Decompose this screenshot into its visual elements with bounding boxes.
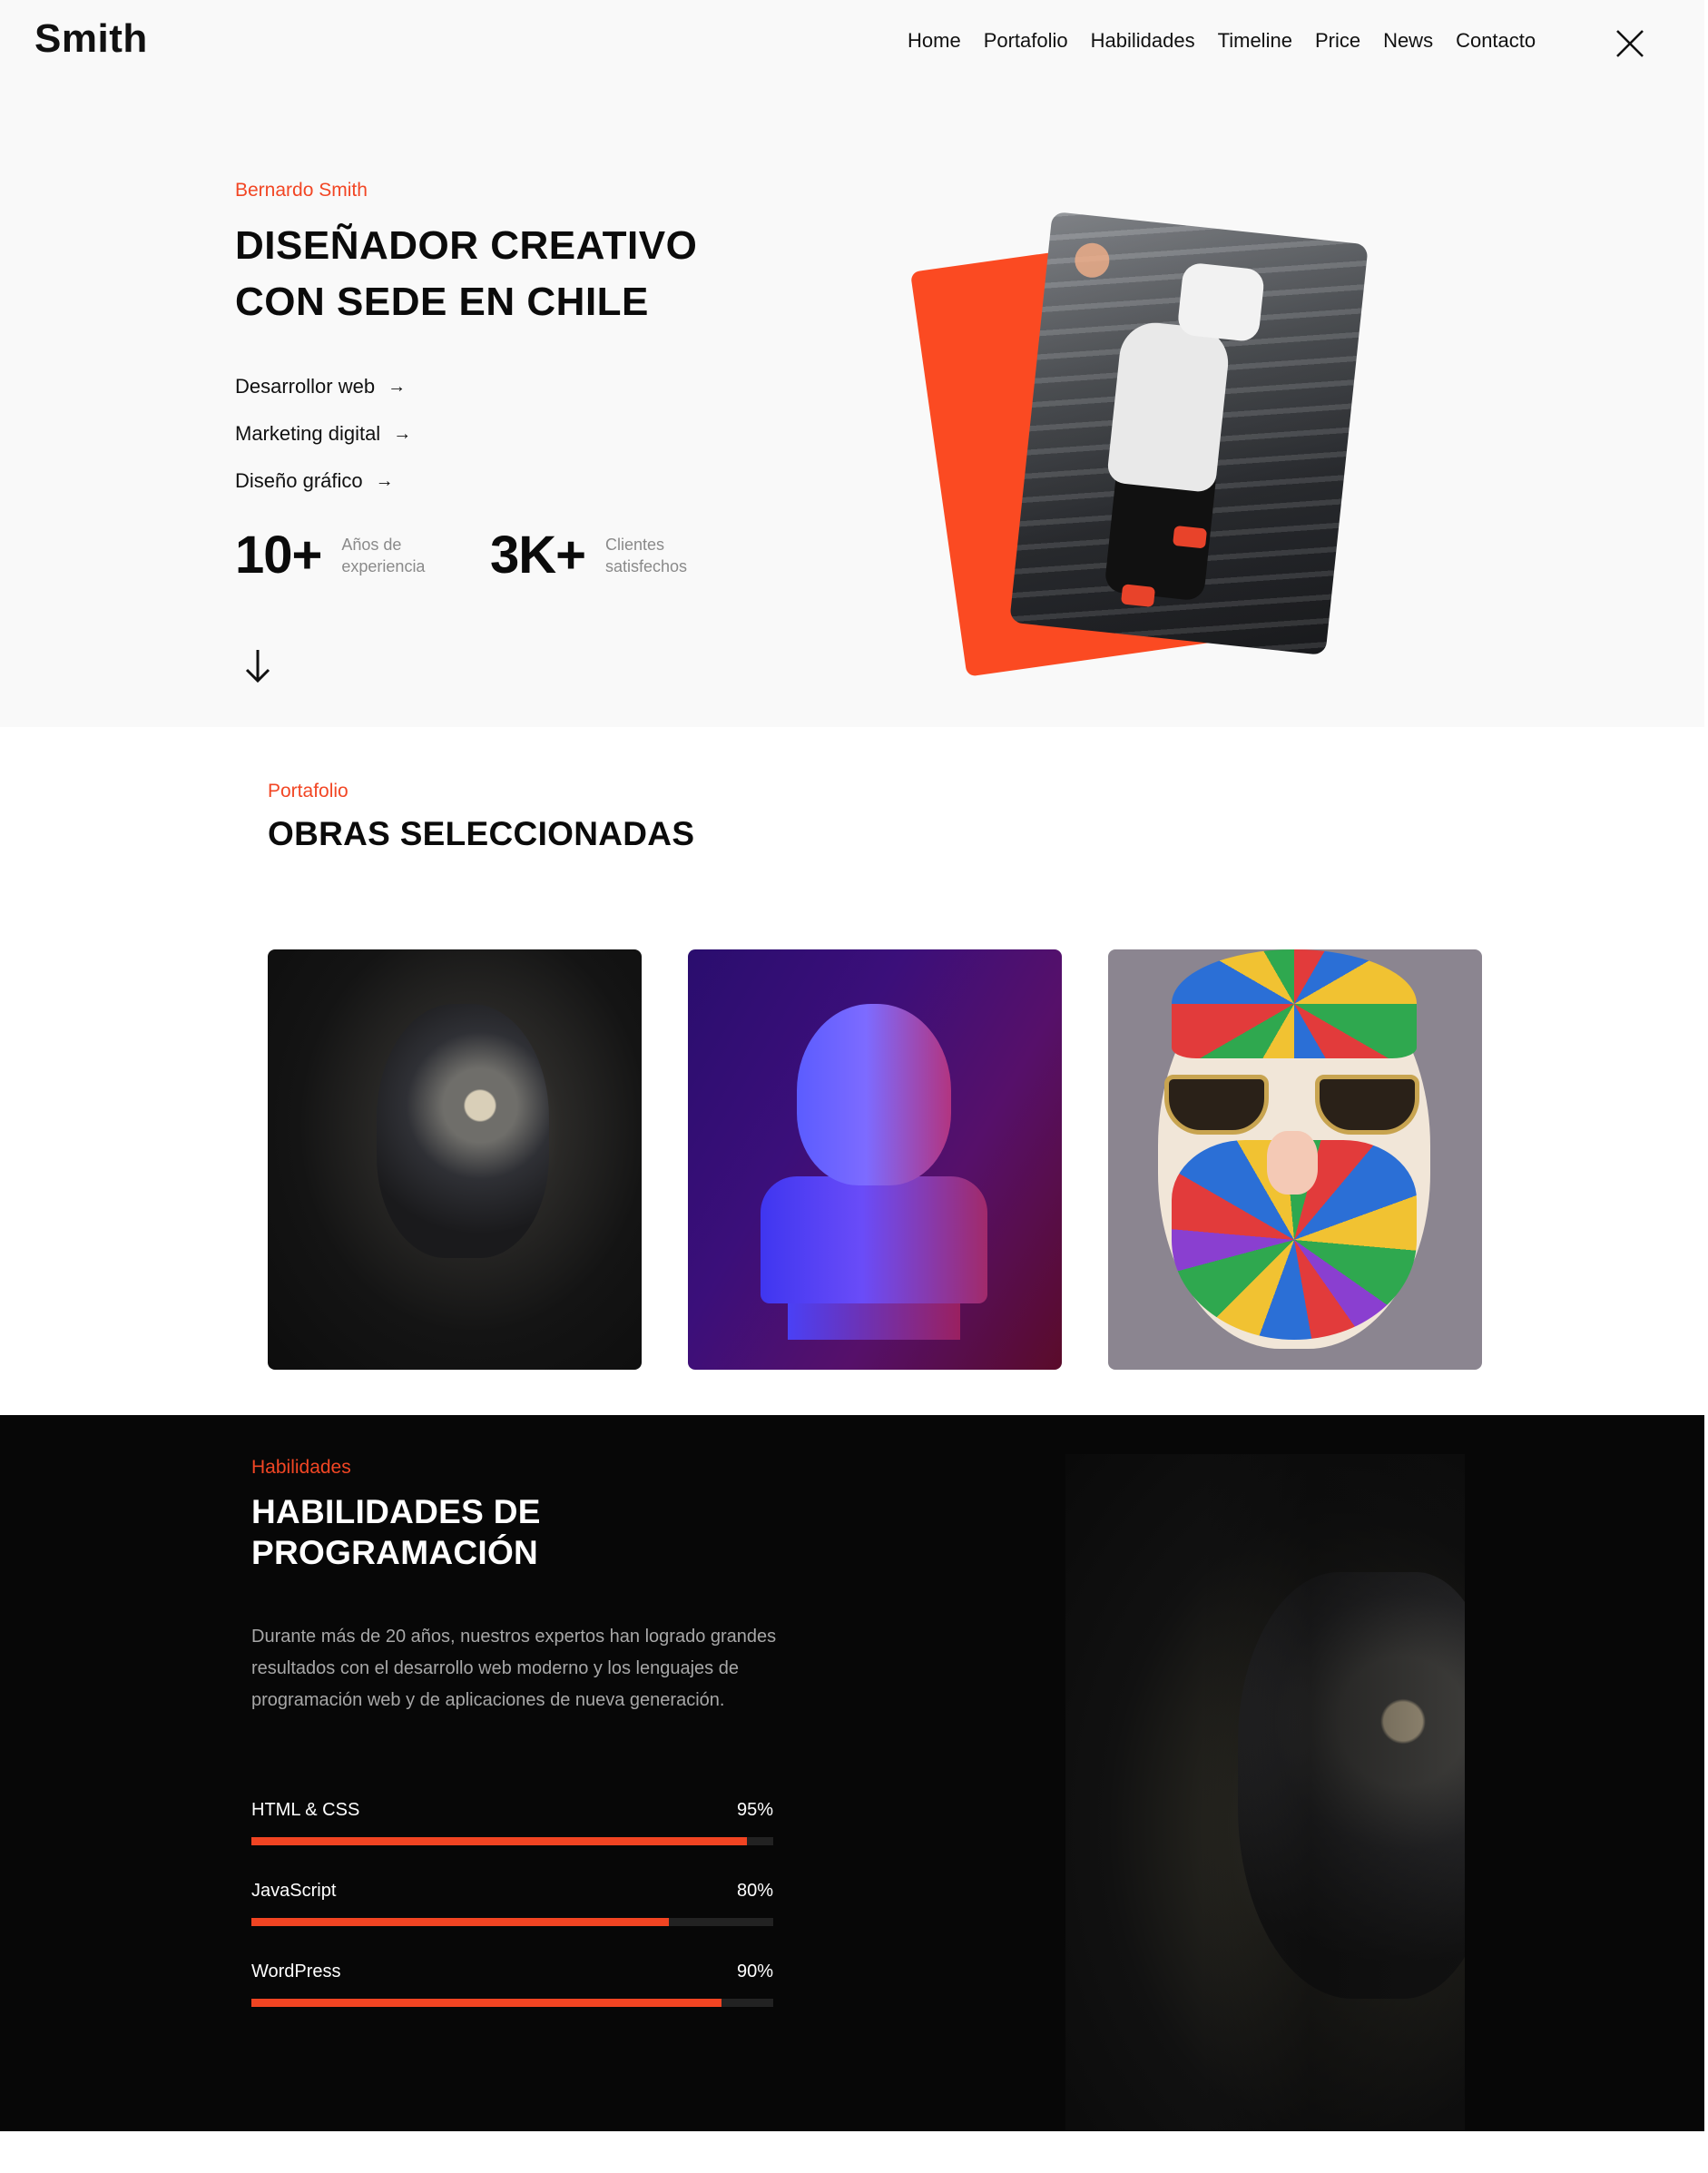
skills-photo <box>1065 1454 1465 2131</box>
site-logo[interactable]: Smith <box>34 16 148 62</box>
skill-progress-bar <box>251 1918 773 1926</box>
service-list: Desarrollor web → Marketing digital → Di… <box>235 363 411 505</box>
portfolio-item[interactable] <box>688 949 1062 1370</box>
skill-name: WordPress <box>251 1962 341 1981</box>
skill-wordpress: WordPress 90% <box>251 1962 773 2007</box>
nav-item-news[interactable]: News <box>1383 29 1433 53</box>
nav-item-price[interactable]: Price <box>1315 29 1360 53</box>
nav-item-timeline[interactable]: Timeline <box>1218 29 1292 53</box>
skill-name: HTML & CSS <box>251 1800 360 1820</box>
service-link-design[interactable]: Diseño gráfico → <box>235 457 411 505</box>
skills-title: HABILIDADES DE PROGRAMACIÓN <box>251 1493 541 1571</box>
nav-item-habilidades[interactable]: Habilidades <box>1091 29 1195 53</box>
stat-label: Años de experiencia <box>341 535 426 575</box>
arrow-right-icon: → <box>388 376 407 397</box>
portfolio-item[interactable] <box>1108 949 1482 1370</box>
stat-value: 10+ <box>235 526 322 585</box>
service-link-web[interactable]: Desarrollor web → <box>235 363 411 410</box>
skill-progress-bar <box>251 1999 773 2007</box>
nav-item-contacto[interactable]: Contacto <box>1456 29 1536 53</box>
skill-percent: 80% <box>736 1881 773 1901</box>
portfolio-item[interactable] <box>268 949 642 1370</box>
hero-image-stack <box>903 209 1393 681</box>
close-menu-button[interactable] <box>1614 27 1646 60</box>
hero-eyebrow: Bernardo Smith <box>235 180 368 201</box>
stat-label: Clientes satisfechos <box>605 535 688 575</box>
nav-item-home[interactable]: Home <box>908 29 961 53</box>
arrow-right-icon: → <box>393 423 412 444</box>
service-link-marketing[interactable]: Marketing digital → <box>235 410 411 457</box>
service-label: Desarrollor web <box>235 375 376 398</box>
skills-description: Durante más de 20 años, nuestros experto… <box>251 1627 777 1710</box>
stat-value: 3K+ <box>490 526 586 585</box>
portfolio-eyebrow: Portafolio <box>268 781 348 801</box>
hero-title: DISEÑADOR CREATIVO CON SEDE EN CHILE <box>235 223 698 324</box>
skill-javascript: JavaScript 80% <box>251 1881 773 1926</box>
skill-progress-bar <box>251 1837 773 1845</box>
stat-experience: 10+ Años de experiencia <box>235 525 450 585</box>
skill-percent: 90% <box>736 1962 773 1981</box>
nav-item-portafolio[interactable]: Portafolio <box>984 29 1068 53</box>
skill-progress-fill <box>251 1999 721 2007</box>
skills-eyebrow: Habilidades <box>251 1457 351 1478</box>
close-icon <box>1616 30 1644 57</box>
portfolio-title: OBRAS SELECCIONADAS <box>268 815 695 852</box>
skill-percent: 95% <box>736 1800 773 1820</box>
hero-photo <box>1009 211 1369 656</box>
service-label: Marketing digital <box>235 422 381 445</box>
skill-name: JavaScript <box>251 1881 337 1901</box>
arrow-right-icon: → <box>375 470 394 491</box>
stat-clients: 3K+ Clientes satisfechos <box>490 525 714 585</box>
skill-html-css: HTML & CSS 95% <box>251 1800 773 1845</box>
main-nav: Home Portafolio Habilidades Timeline Pri… <box>908 29 1536 53</box>
arrow-down-icon <box>245 650 270 683</box>
service-label: Diseño gráfico <box>235 469 363 492</box>
skill-progress-fill <box>251 1837 748 1845</box>
scroll-down-button[interactable] <box>240 646 276 686</box>
skill-progress-fill <box>251 1918 669 1926</box>
